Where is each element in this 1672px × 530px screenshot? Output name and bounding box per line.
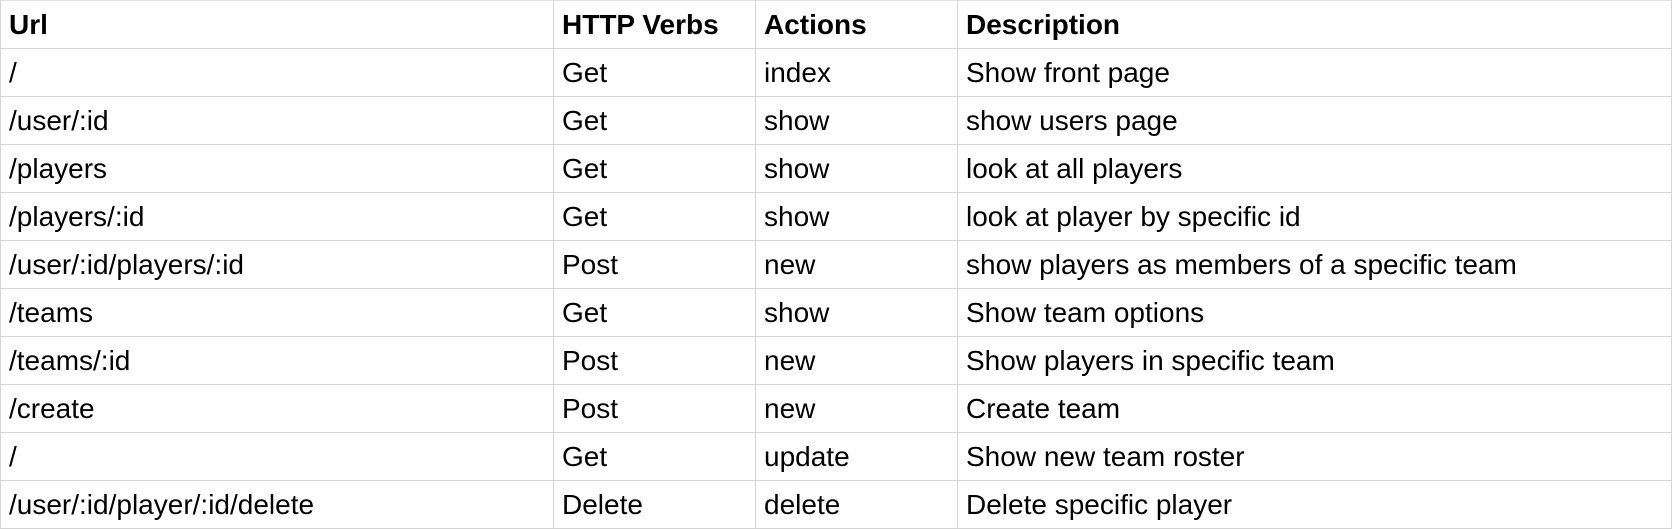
action-cell[interactable]: delete	[755, 480, 958, 529]
url-cell[interactable]: /teams	[0, 288, 554, 337]
header-http-verbs[interactable]: HTTP Verbs	[553, 0, 756, 49]
table-row: / Get index Show front page	[0, 48, 1672, 97]
http-verb-cell[interactable]: Post	[553, 384, 756, 433]
action-cell[interactable]: index	[755, 48, 958, 97]
url-cell[interactable]: /teams/:id	[0, 336, 554, 385]
action-cell[interactable]: show	[755, 192, 958, 241]
http-verb-cell[interactable]: Post	[553, 336, 756, 385]
url-cell[interactable]: /players	[0, 144, 554, 193]
http-verb-cell[interactable]: Delete	[553, 480, 756, 529]
http-verb-cell[interactable]: Get	[553, 48, 756, 97]
http-verb-cell[interactable]: Get	[553, 96, 756, 145]
description-cell[interactable]: Show players in specific team	[957, 336, 1672, 385]
table-row: / Get update Show new team roster	[0, 432, 1672, 481]
description-cell[interactable]: look at all players	[957, 144, 1672, 193]
action-cell[interactable]: show	[755, 144, 958, 193]
http-verb-cell[interactable]: Get	[553, 432, 756, 481]
action-cell[interactable]: show	[755, 288, 958, 337]
action-cell[interactable]: new	[755, 336, 958, 385]
url-cell[interactable]: /user/:id/players/:id	[0, 240, 554, 289]
description-cell[interactable]: Show front page	[957, 48, 1672, 97]
table-row: /create Post new Create team	[0, 384, 1672, 433]
routes-table: Url HTTP Verbs Actions Description / Get…	[0, 0, 1672, 529]
header-actions[interactable]: Actions	[755, 0, 958, 49]
header-row: Url HTTP Verbs Actions Description	[0, 0, 1672, 49]
description-cell[interactable]: show users page	[957, 96, 1672, 145]
action-cell[interactable]: new	[755, 384, 958, 433]
action-cell[interactable]: show	[755, 96, 958, 145]
url-cell[interactable]: /	[0, 48, 554, 97]
action-cell[interactable]: new	[755, 240, 958, 289]
http-verb-cell[interactable]: Get	[553, 288, 756, 337]
description-cell[interactable]: look at player by specific id	[957, 192, 1672, 241]
description-cell[interactable]: Delete specific player	[957, 480, 1672, 529]
url-cell[interactable]: /user/:id	[0, 96, 554, 145]
action-cell[interactable]: update	[755, 432, 958, 481]
table-row: /teams Get show Show team options	[0, 288, 1672, 337]
url-cell[interactable]: /	[0, 432, 554, 481]
header-description[interactable]: Description	[957, 0, 1672, 49]
url-cell[interactable]: /players/:id	[0, 192, 554, 241]
header-url[interactable]: Url	[0, 0, 554, 49]
description-cell[interactable]: Show new team roster	[957, 432, 1672, 481]
description-cell[interactable]: Create team	[957, 384, 1672, 433]
table-row: /user/:id Get show show users page	[0, 96, 1672, 145]
table-row: /user/:id/player/:id/delete Delete delet…	[0, 480, 1672, 529]
description-cell[interactable]: show players as members of a specific te…	[957, 240, 1672, 289]
http-verb-cell[interactable]: Get	[553, 192, 756, 241]
url-cell[interactable]: /user/:id/player/:id/delete	[0, 480, 554, 529]
description-cell[interactable]: Show team options	[957, 288, 1672, 337]
table-row: /players/:id Get show look at player by …	[0, 192, 1672, 241]
routes-table-container: Url HTTP Verbs Actions Description / Get…	[0, 0, 1672, 529]
table-row: /teams/:id Post new Show players in spec…	[0, 336, 1672, 385]
http-verb-cell[interactable]: Post	[553, 240, 756, 289]
table-row: /players Get show look at all players	[0, 144, 1672, 193]
url-cell[interactable]: /create	[0, 384, 554, 433]
table-row: /user/:id/players/:id Post new show play…	[0, 240, 1672, 289]
http-verb-cell[interactable]: Get	[553, 144, 756, 193]
